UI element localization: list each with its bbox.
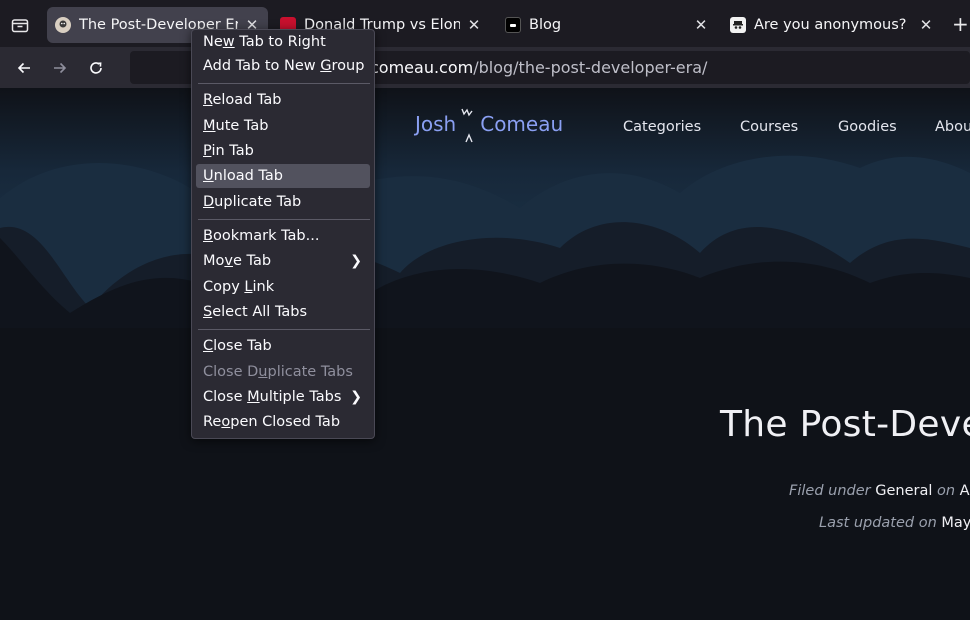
close-tab-icon[interactable]: ✕ [693,16,709,34]
site-logo[interactable]: Josh Comeau [415,112,563,136]
menu-item-move-tab[interactable]: Move Tab ❯ [196,249,370,273]
tab-title: Are you anonymous? [754,17,907,33]
menu-label-text: eload Tab [212,92,282,108]
updated-date: May [941,515,970,531]
reload-button[interactable] [84,56,108,80]
penguin-avatar-icon [55,17,71,33]
tab-context-menu: New Tab to Right Add Tab to New Group Re… [191,29,375,439]
menu-label-text: Tab to Right [234,34,326,50]
menu-accesskey: B [203,228,213,244]
url-path: /blog/the-post-developer-era/ [473,58,708,77]
nav-courses-link[interactable]: Courses [740,119,798,135]
close-tab-icon[interactable]: ✕ [918,16,934,34]
menu-label-text: Add Tab to New [203,58,321,74]
menu-item-select-all-tabs[interactable]: Select All Tabs [196,300,370,324]
tab-title: Blog [529,17,562,33]
menu-label-text: Close [203,389,248,405]
dark-square-icon [505,17,521,33]
menu-label-text: elect All Tabs [212,304,308,320]
menu-label-text: ookmark Tab... [212,228,320,244]
menu-accesskey: S [203,304,213,320]
logo-squiggle-icon [461,108,473,143]
menu-item-close-duplicate-tabs: Close Duplicate Tabs [196,360,370,384]
menu-label-text: Copy [203,279,245,295]
tab-list-icon [11,19,29,33]
nav-goodies-link[interactable]: Goodies [838,119,897,135]
category-link[interactable]: General [875,483,932,499]
menu-item-duplicate-tab[interactable]: Duplicate Tab [196,190,370,214]
nav-about-link[interactable]: About [935,119,970,135]
logo-last-name: Comeau [480,112,564,136]
menu-label-text: pen Closed Tab [230,414,341,430]
menu-label-text: in Tab [211,143,254,159]
nav-categories-link[interactable]: Categories [623,119,701,135]
on-label: on [936,483,956,499]
menu-label-text: Re [203,414,222,430]
close-tab-icon[interactable]: ✕ [466,16,482,34]
url-text: comeau.com/blog/the-post-developer-era/ [370,51,707,84]
menu-accesskey: v [224,253,233,269]
menu-label-text: uplicate Tab [214,194,302,210]
filed-under-line: Filed under General on Ap [789,483,970,499]
menu-label-text: Ne [203,34,223,50]
tab-strip: The Post-Developer Era ✕ Donald Trump vs… [0,0,970,47]
menu-item-copy-link[interactable]: Copy Link [196,275,370,299]
reload-icon [90,62,102,74]
back-arrow-icon [17,62,30,74]
last-updated-line: Last updated on May [819,515,970,531]
menu-label-text: e Tab [232,253,272,269]
forward-arrow-icon [54,62,67,74]
menu-item-mute-tab[interactable]: Mute Tab [196,114,370,138]
list-all-tabs-button[interactable] [10,15,30,35]
menu-separator [198,329,370,330]
last-updated-label: Last updated on [819,515,937,531]
filed-under-label: Filed under [789,483,871,499]
menu-label-text: lose Tab [213,338,272,354]
spy-face-icon [730,17,746,33]
menu-item-close-tab[interactable]: Close Tab [196,334,370,358]
chevron-right-icon: ❯ [350,253,362,269]
menu-accesskey: w [222,34,235,50]
chevron-right-icon: ❯ [350,389,362,405]
new-tab-button[interactable]: + [952,14,969,34]
menu-accesskey: o [221,414,231,430]
menu-separator [198,83,370,84]
menu-item-add-tab-to-new-group[interactable]: Add Tab to New Group [196,54,370,78]
menu-accesskey: M [247,389,260,405]
menu-accesskey: D [203,194,215,210]
post-title: The Post-Developer Era [720,404,970,445]
menu-label-text: plicate Tabs [267,364,353,380]
navigation-toolbar: comeau.com/blog/the-post-developer-era/ [0,47,970,88]
menu-label-text: ink [252,279,275,295]
menu-label-text: Close D [203,364,259,380]
menu-label-text: nload Tab [213,168,283,184]
menu-item-reopen-closed-tab[interactable]: Reopen Closed Tab [196,410,370,434]
menu-accesskey: G [320,58,332,74]
logo-first-name: Josh [415,112,457,136]
forward-button[interactable] [48,56,72,80]
menu-item-reload-tab[interactable]: Reload Tab [196,88,370,112]
web-page-content: Josh Comeau Categories Courses Goodies Ab… [0,88,970,620]
menu-label-text: roup [331,58,365,74]
menu-accesskey: M [203,118,216,134]
menu-item-new-tab-to-right[interactable]: New Tab to Right [196,30,370,54]
url-domain: comeau.com [370,58,474,77]
menu-accesskey: U [203,168,214,184]
published-date: Ap [959,483,970,499]
menu-accesskey: C [203,338,214,354]
menu-label-text: ute Tab [215,118,269,134]
menu-item-bookmark-tab[interactable]: Bookmark Tab... [196,224,370,248]
menu-separator [198,219,370,220]
back-button[interactable] [12,56,36,80]
menu-item-unload-tab[interactable]: Unload Tab [196,164,370,188]
tab-blog[interactable]: Blog ✕ [497,7,717,43]
plus-icon: + [952,12,969,36]
menu-item-pin-tab[interactable]: Pin Tab [196,139,370,163]
menu-label-text: Mo [203,253,225,269]
menu-item-close-multiple-tabs[interactable]: Close Multiple Tabs ❯ [196,385,370,409]
tab-are-you-anonymous[interactable]: Are you anonymous? ✕ [722,7,942,43]
menu-label-text: ultiple Tabs [259,389,342,405]
